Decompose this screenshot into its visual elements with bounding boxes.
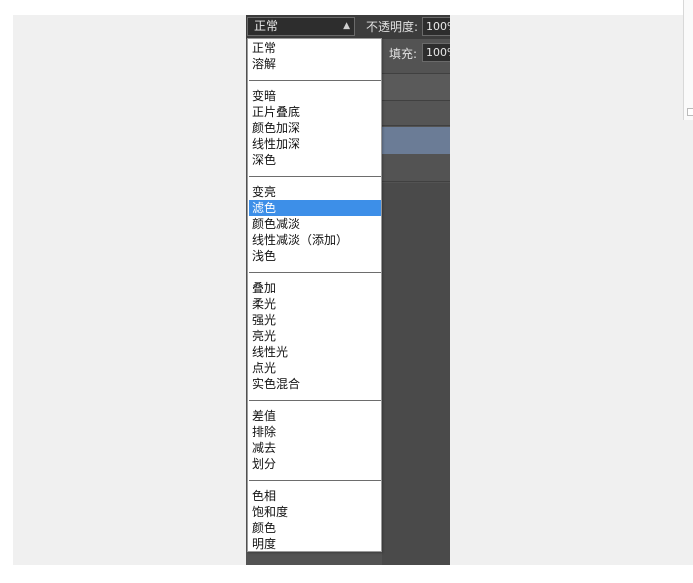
blend-menu-item[interactable]: 亮光 (249, 328, 381, 344)
opacity-input[interactable]: 100% (422, 17, 450, 36)
blend-mode-value: 正常 (254, 19, 279, 33)
opacity-label: 不透明度: (366, 20, 419, 34)
scroll-arrow-icon[interactable] (687, 108, 693, 116)
fill-label: 填充: (389, 47, 418, 61)
blend-menu-item[interactable]: 线性加深 (249, 136, 381, 152)
fill-input[interactable]: 100% (422, 43, 450, 62)
blend-menu-item[interactable]: 溶解 (249, 56, 381, 72)
blend-menu-item[interactable]: 颜色 (249, 520, 381, 536)
blend-menu-item[interactable]: 浅色 (249, 248, 381, 264)
layer-row[interactable] (382, 73, 450, 101)
menu-separator (249, 480, 381, 481)
layer-row[interactable] (382, 155, 450, 182)
blend-menu-item[interactable]: 划分 (249, 456, 381, 472)
blend-menu-item[interactable]: 变亮 (249, 184, 381, 200)
blend-menu-item[interactable]: 排除 (249, 424, 381, 440)
menu-separator (249, 176, 381, 177)
blend-menu-item[interactable]: 柔光 (249, 296, 381, 312)
blend-menu-item[interactable]: 变暗 (249, 88, 381, 104)
blend-menu-item[interactable]: 滤色 (249, 200, 381, 216)
select-arrows-icon: ▲ (343, 21, 350, 31)
blend-menu-item[interactable]: 明度 (249, 536, 381, 552)
blend-menu-item[interactable]: 叠加 (249, 280, 381, 296)
blend-menu-item[interactable]: 线性光 (249, 344, 381, 360)
layers-list-empty (382, 183, 450, 565)
blend-mode-select[interactable]: 正常 ▲ (247, 17, 355, 36)
layer-row-selected[interactable] (382, 127, 450, 154)
blend-menu-item[interactable]: 正片叠底 (249, 104, 381, 120)
blend-menu-item[interactable]: 正常 (249, 40, 381, 56)
blend-menu-item[interactable]: 减去 (249, 440, 381, 456)
scrollbar-edge[interactable] (683, 0, 693, 120)
blend-menu-item[interactable]: 深色 (249, 152, 381, 168)
blend-menu-item[interactable]: 颜色加深 (249, 120, 381, 136)
blend-menu-item[interactable]: 饱和度 (249, 504, 381, 520)
blend-menu-item[interactable]: 点光 (249, 360, 381, 376)
blend-menu-item[interactable]: 实色混合 (249, 376, 381, 392)
blend-menu-item[interactable]: 线性减淡（添加） (249, 232, 381, 248)
blend-menu-item[interactable]: 强光 (249, 312, 381, 328)
blend-mode-menu: 正常 溶解变暗 正片叠底 颜色加深 线性加深 深色变亮 滤色 颜色减淡 线性减淡（添加） 浅色叠加… (247, 38, 382, 552)
blend-menu-item[interactable]: 颜色减淡 (249, 216, 381, 232)
layers-toolbar: 正常 ▲ 不透明度: 100% (246, 15, 450, 39)
menu-separator (249, 80, 381, 81)
blend-menu-item[interactable]: 差值 (249, 408, 381, 424)
layer-row[interactable] (382, 101, 450, 126)
blend-menu-item[interactable]: 色相 (249, 488, 381, 504)
menu-separator (249, 400, 381, 401)
menu-separator (249, 272, 381, 273)
